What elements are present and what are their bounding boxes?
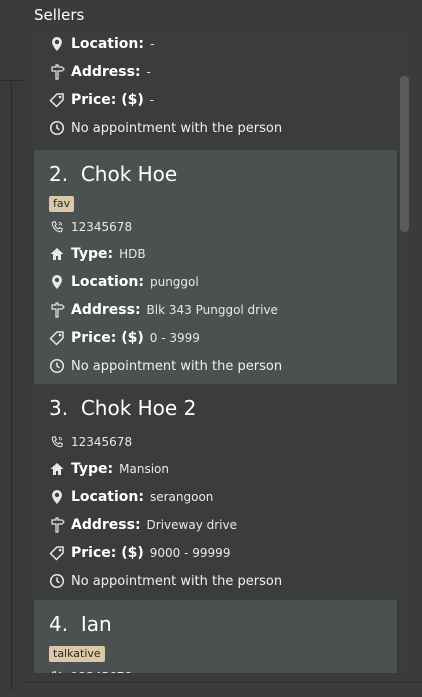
rail-divider-vertical [11,81,12,690]
seller-index: 4. [49,612,69,636]
type-row: Type: Mansion [49,459,169,479]
seller-card[interactable]: 2. Chok Hoe fav 12345678 Type: HDB Locat… [34,150,397,384]
house-icon [49,245,65,263]
address-row: Address: Driveway drive [49,515,237,535]
location-value: - [149,37,155,51]
seller-card[interactable]: 3. Chok Hoe 2 12345678 Type: Mansion Loc… [34,384,397,600]
location-row: Location: - [49,34,154,54]
address-row: Address: Blk 343 Punggol drive [49,300,278,320]
appointment-row: No appointment with the person [49,571,282,591]
location-row: Location: serangoon [49,487,213,507]
seller-name-text: Chok Hoe 2 [80,396,197,420]
signpost-icon [49,516,65,534]
price-tag-icon [49,544,65,562]
left-rail [0,30,24,690]
location-value: serangoon [149,490,214,504]
price-label: Price: ($) [71,92,144,108]
appointment-row: No appointment with the person [49,118,282,138]
location-label: Location: [71,36,144,52]
price-row: Price: ($) - [49,90,154,110]
phone-value: 12345678 [71,435,133,449]
address-row: Address: - [49,62,151,82]
clock-icon [49,357,65,375]
price-tag-icon [49,329,65,347]
location-label: Location: [71,274,144,290]
address-value: Blk 343 Punggol drive [146,303,278,317]
seller-card[interactable]: Location: - Address: - Price: ($) - No a… [34,30,397,150]
phone-icon [49,433,65,451]
location-value: punggol [149,275,199,289]
location-pin-icon [49,35,65,53]
seller-index: 2. [49,162,69,186]
signpost-icon [49,63,65,81]
seller-index: 3. [49,396,69,420]
address-label: Address: [71,517,141,533]
type-label: Type: [71,461,114,477]
address-label: Address: [71,302,141,318]
price-value: 0 - 3999 [149,331,200,345]
seller-name: 3. Chok Hoe 2 [49,396,196,420]
signpost-icon [49,301,65,319]
phone-icon [49,218,65,236]
bottom-status-bar [24,682,422,697]
location-pin-icon [49,273,65,291]
scrollbar-thumb[interactable] [400,76,409,232]
address-value: - [146,65,151,79]
seller-name-text: Ian [80,612,112,636]
sellers-header: Sellers [34,6,85,24]
phone-value: 12345678 [71,220,133,234]
tag-badge: talkative [49,646,105,662]
rail-divider [0,80,24,81]
address-value: Driveway drive [146,518,237,532]
phone-row: 12345678 [49,667,132,673]
price-tag-icon [49,91,65,109]
clock-icon [49,572,65,590]
appointment-text: No appointment with the person [71,573,283,589]
clock-icon [49,119,65,137]
location-row: Location: punggol [49,272,199,292]
appointment-row: No appointment with the person [49,356,282,376]
phone-value: 12345678 [71,670,132,673]
location-label: Location: [71,489,144,505]
price-label: Price: ($) [71,330,144,346]
price-label: Price: ($) [71,545,144,561]
price-row: Price: ($) 9000 - 99999 [49,543,230,563]
tag-badge: fav [49,196,75,212]
location-pin-icon [49,488,65,506]
type-label: Type: [71,246,114,262]
appointment-text: No appointment with the person [71,358,283,374]
price-row: Price: ($) 0 - 3999 [49,328,200,348]
price-value: - [149,93,155,107]
type-value: HDB [119,247,146,261]
seller-card[interactable]: 4. Ian talkative 12345678 [34,600,397,673]
type-value: Mansion [119,462,169,476]
seller-name: 4. Ian [49,612,112,636]
phone-row: 12345678 [49,217,132,237]
type-row: Type: HDB [49,244,146,264]
address-label: Address: [71,64,141,80]
house-icon [49,460,65,478]
sellers-list[interactable]: Location: - Address: - Price: ($) - No a… [34,30,397,673]
seller-name: 2. Chok Hoe [49,162,177,186]
seller-name-text: Chok Hoe [80,162,178,186]
phone-icon [49,668,65,673]
phone-row: 12345678 [49,432,132,452]
appointment-text: No appointment with the person [71,120,283,136]
price-value: 9000 - 99999 [149,546,231,560]
